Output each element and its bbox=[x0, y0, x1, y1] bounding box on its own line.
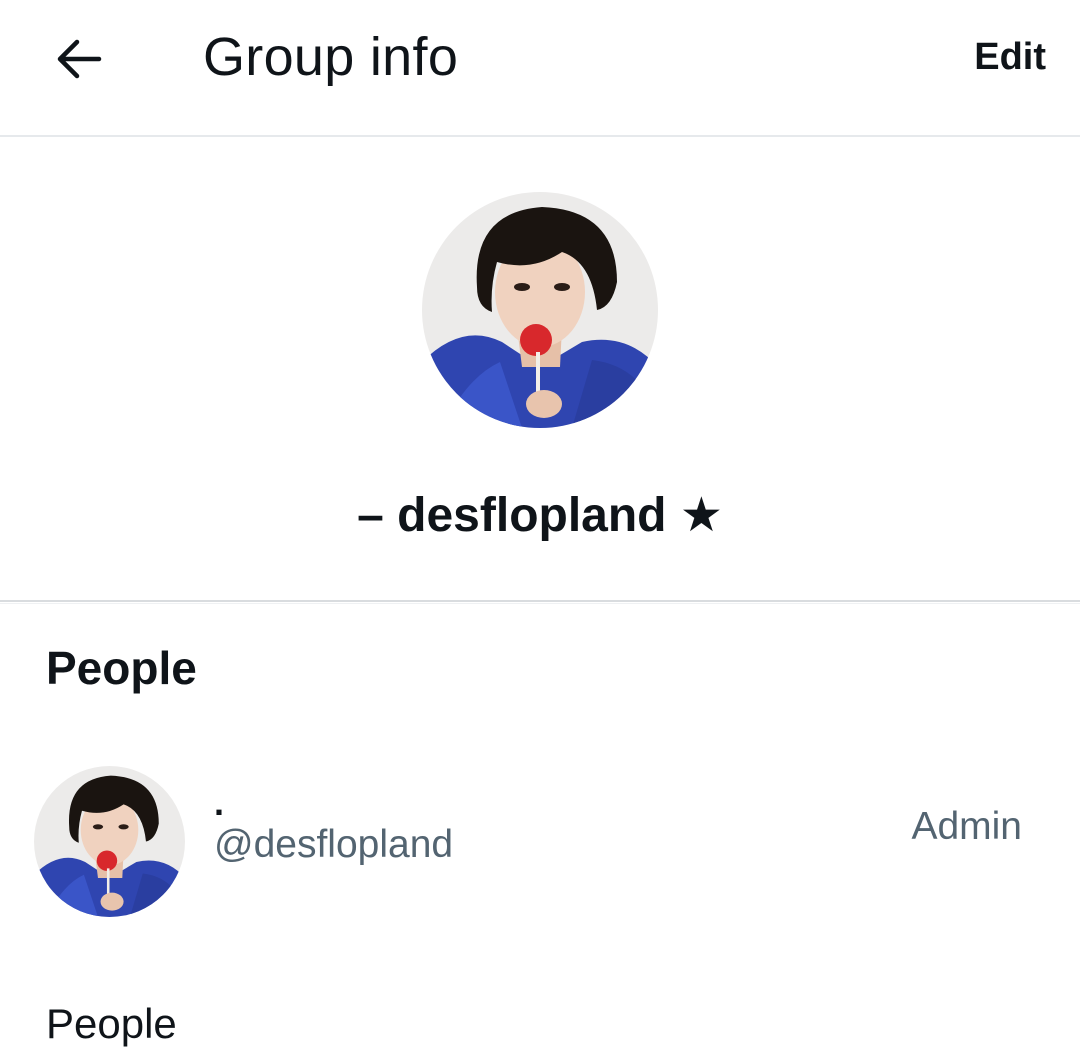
group-name: – desflopland ★ bbox=[357, 489, 723, 542]
member-row[interactable]: . @desflopland Admin bbox=[0, 745, 1080, 935]
avatar[interactable] bbox=[34, 766, 185, 917]
member-handle: @desflopland bbox=[214, 823, 454, 866]
people-list-label: People bbox=[46, 1000, 177, 1047]
section-divider-shadow bbox=[0, 603, 1080, 604]
top-app-bar: Group info Edit bbox=[0, 0, 1080, 137]
group-avatar[interactable] bbox=[422, 192, 658, 428]
avatar-photo-illustration bbox=[422, 192, 658, 428]
people-section-title: People bbox=[46, 642, 197, 694]
avatar-photo-illustration bbox=[34, 766, 185, 917]
member-display-name: . bbox=[214, 782, 225, 823]
section-divider bbox=[0, 600, 1080, 602]
page-title: Group info bbox=[203, 27, 459, 87]
arrow-left-icon bbox=[53, 33, 105, 85]
back-button[interactable] bbox=[48, 28, 110, 90]
member-role-badge: Admin bbox=[911, 805, 1022, 848]
edit-button[interactable]: Edit bbox=[974, 32, 1046, 82]
